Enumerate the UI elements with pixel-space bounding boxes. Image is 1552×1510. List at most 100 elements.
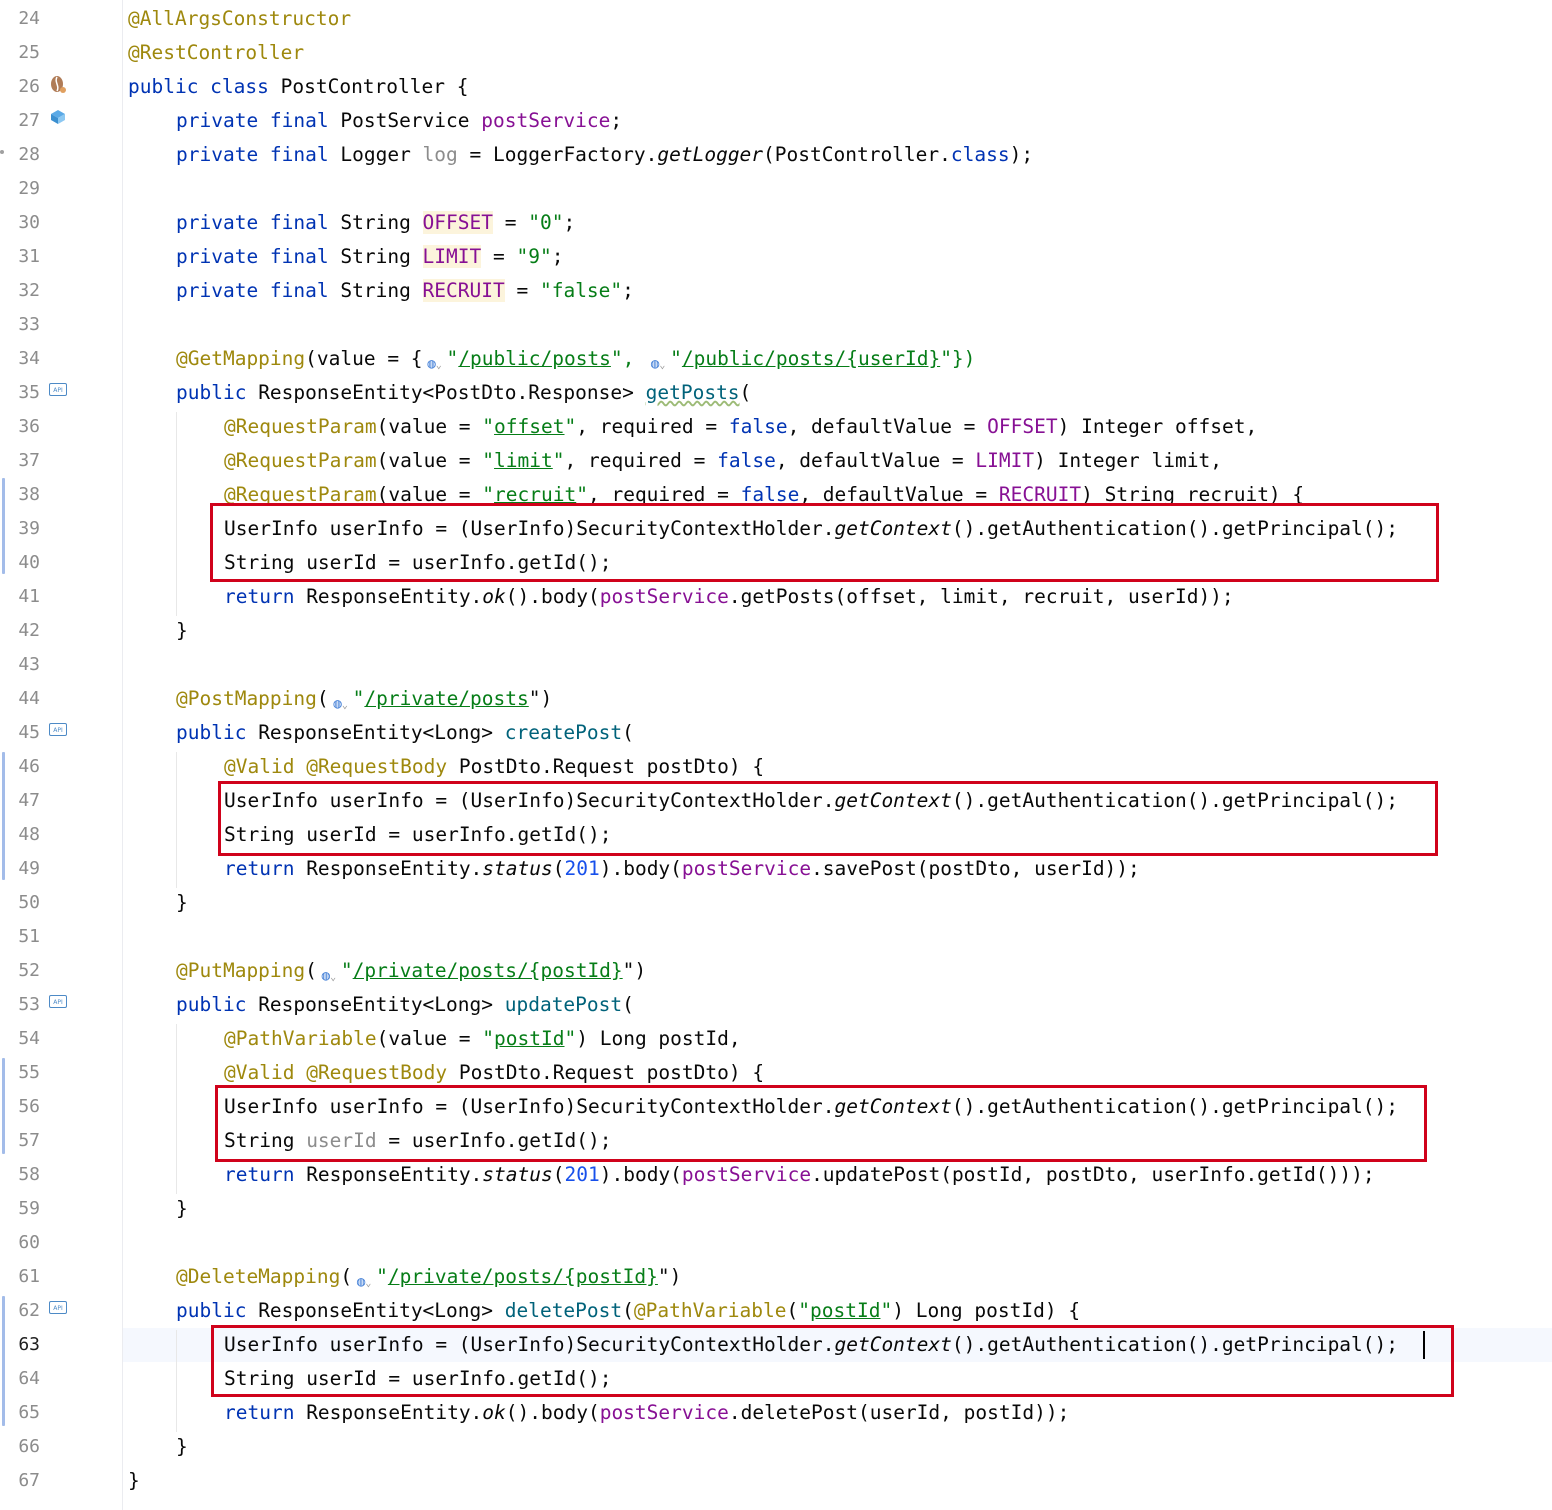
string-literal: " xyxy=(552,449,565,472)
code-text: PostDto.Request postDto) { xyxy=(447,755,765,778)
line-number[interactable]: 32 xyxy=(0,274,40,308)
code-line-49: return ResponseEntity.status(201).body(p… xyxy=(224,852,1140,886)
static-method: status xyxy=(482,857,553,880)
line-number[interactable]: 38 xyxy=(0,478,40,512)
string-literal: " xyxy=(446,347,459,370)
string-literal: "false" xyxy=(539,279,623,302)
url-link[interactable]: /private/posts/{postId} xyxy=(388,1265,658,1288)
code-line-32: private final String RECRUIT = "false"; xyxy=(176,274,634,308)
api-endpoint-icon[interactable]: API xyxy=(49,1301,67,1314)
line-number[interactable]: 28 xyxy=(0,138,40,172)
line-number[interactable]: 24 xyxy=(0,2,40,36)
code-line-26: public class PostController { xyxy=(128,70,468,104)
line-number[interactable]: 49 xyxy=(0,852,40,886)
code-text: ResponseEntity<Long> xyxy=(246,993,505,1016)
line-number[interactable]: 57 xyxy=(0,1124,40,1158)
globe-endpoint-icon[interactable]: ◍⌄ xyxy=(329,687,353,712)
line-number[interactable]: 66 xyxy=(0,1430,40,1464)
line-number[interactable]: 62 xyxy=(0,1294,40,1328)
code-line-36: @RequestParam(value = "offset", required… xyxy=(224,410,1257,444)
string-literal: " xyxy=(376,1265,388,1288)
globe-endpoint-icon[interactable]: ◍⌄ xyxy=(423,347,447,372)
code-text: ) Integer limit, xyxy=(1034,449,1222,472)
keyword: private final xyxy=(176,143,329,166)
method-name: deletePost xyxy=(504,1299,623,1322)
line-number[interactable]: 46 xyxy=(0,750,40,784)
string-literal: " xyxy=(482,1027,495,1050)
line-number[interactable]: 34 xyxy=(0,342,40,376)
code-text: ( xyxy=(552,1163,565,1186)
code-line-65: return ResponseEntity.ok().body(postServ… xyxy=(224,1396,1069,1430)
code-text: ResponseEntity<Long> xyxy=(246,1299,505,1322)
line-number[interactable]: 33 xyxy=(0,308,40,342)
line-number[interactable]: 27 xyxy=(0,104,40,138)
line-number[interactable]: 29 xyxy=(0,172,40,206)
line-number[interactable]: 51 xyxy=(0,920,40,954)
code-text: String xyxy=(328,245,423,268)
line-number[interactable]: 64 xyxy=(0,1362,40,1396)
spring-bean-icon[interactable] xyxy=(49,74,67,94)
line-number[interactable]: 40 xyxy=(0,546,40,580)
url-link[interactable]: /public/posts xyxy=(458,347,611,370)
line-number[interactable]: 31 xyxy=(0,240,40,274)
keyword: return xyxy=(224,585,295,608)
code-text: ; xyxy=(610,109,623,132)
line-number[interactable]: 35 xyxy=(0,376,40,410)
line-number[interactable]: 61 xyxy=(0,1260,40,1294)
line-number[interactable]: 41 xyxy=(0,580,40,614)
line-number[interactable]: 55 xyxy=(0,1056,40,1090)
line-number[interactable]: 56 xyxy=(0,1090,40,1124)
url-link[interactable]: /public/posts/{userId} xyxy=(682,347,940,370)
line-number[interactable]: 44 xyxy=(0,682,40,716)
number-literal: 201 xyxy=(564,857,600,880)
code-text: ") xyxy=(622,959,647,982)
code-line-44: @PostMapping(◍⌄ "/private/posts") xyxy=(176,682,552,716)
code-line-30: private final String OFFSET = "0"; xyxy=(176,206,575,240)
line-number[interactable]: 39 xyxy=(0,512,40,546)
inject-icon[interactable] xyxy=(50,109,66,125)
url-link[interactable]: /private/posts xyxy=(364,687,528,710)
annotation: @PutMapping xyxy=(176,959,306,982)
api-endpoint-icon[interactable]: API xyxy=(49,723,67,736)
line-number[interactable]: 25 xyxy=(0,36,40,70)
line-number[interactable]: 67 xyxy=(0,1464,40,1498)
line-number[interactable]: 36 xyxy=(0,410,40,444)
line-number[interactable]: 53 xyxy=(0,988,40,1022)
string-literal: " xyxy=(482,415,495,438)
highlight-box xyxy=(218,781,1438,856)
globe-endpoint-icon[interactable]: ◍⌄ xyxy=(352,1265,376,1290)
method-name: getPosts xyxy=(645,381,740,404)
field: postService xyxy=(681,857,812,880)
line-number[interactable]: 48 xyxy=(0,818,40,852)
api-endpoint-icon[interactable]: API xyxy=(49,995,67,1008)
line-number[interactable]: 52 xyxy=(0,954,40,988)
line-number[interactable]: 26 xyxy=(0,70,40,104)
code-text: ( xyxy=(552,857,565,880)
line-number[interactable]: 30 xyxy=(0,206,40,240)
line-number[interactable]: 59 xyxy=(0,1192,40,1226)
api-endpoint-icon[interactable]: API xyxy=(49,383,67,396)
string-reference: limit xyxy=(494,449,553,472)
code-text: ().body( xyxy=(505,1401,600,1424)
line-number[interactable]: 45 xyxy=(0,716,40,750)
code-text: ") xyxy=(657,1265,682,1288)
line-number[interactable]: 63 xyxy=(0,1328,40,1362)
code-text: ).body( xyxy=(599,1163,682,1186)
code-line-31: private final String LIMIT = "9"; xyxy=(176,240,563,274)
code-text: .updatePost(postId, postDto, userInfo.ge… xyxy=(811,1163,1375,1186)
line-number[interactable]: 50 xyxy=(0,886,40,920)
annotation: @RequestBody xyxy=(306,1061,448,1084)
line-number[interactable]: 47 xyxy=(0,784,40,818)
line-number[interactable]: 65 xyxy=(0,1396,40,1430)
code-text: = xyxy=(493,211,529,234)
line-number[interactable]: 54 xyxy=(0,1022,40,1056)
globe-endpoint-icon[interactable]: ◍⌄ xyxy=(317,959,341,984)
line-number[interactable]: 60 xyxy=(0,1226,40,1260)
line-number[interactable]: 43 xyxy=(0,648,40,682)
line-number[interactable]: 58 xyxy=(0,1158,40,1192)
globe-endpoint-icon[interactable]: ◍⌄ xyxy=(646,347,670,372)
string-literal: " xyxy=(798,1299,811,1322)
line-number[interactable]: 42 xyxy=(0,614,40,648)
url-link[interactable]: /private/posts/{postId} xyxy=(353,959,623,982)
line-number[interactable]: 37 xyxy=(0,444,40,478)
